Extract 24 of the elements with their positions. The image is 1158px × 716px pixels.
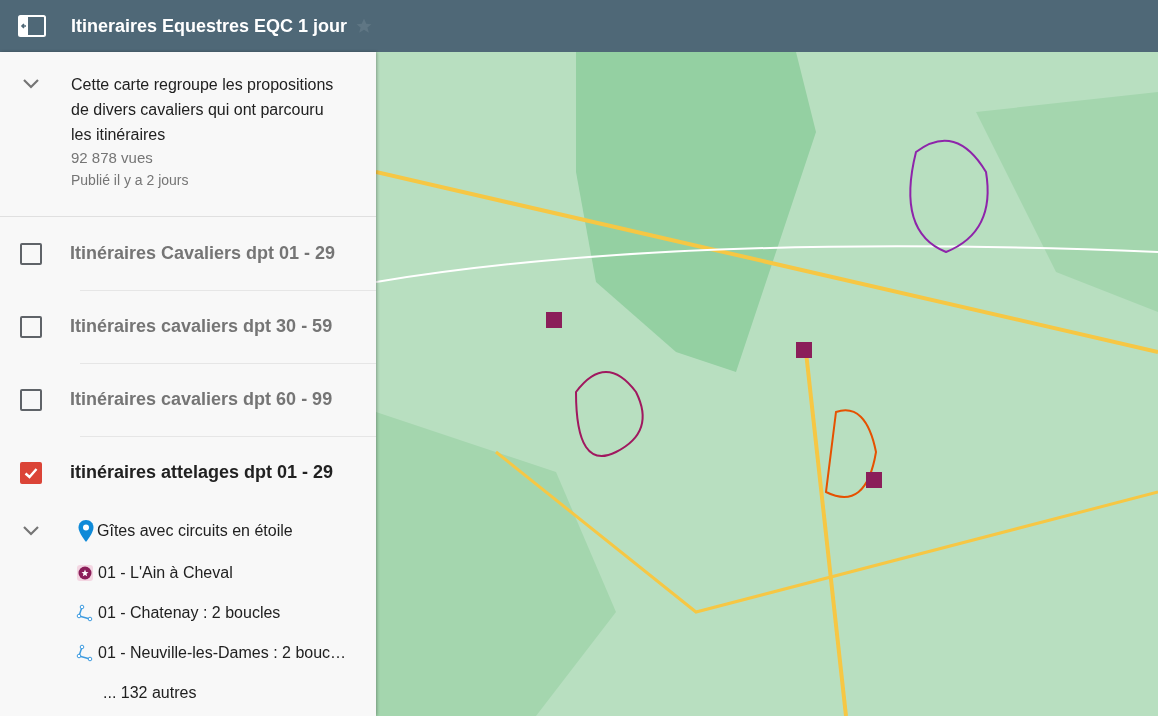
marker-icon	[76, 564, 94, 582]
more-link[interactable]: ... 132 autres	[0, 673, 376, 713]
layer-checkbox[interactable]	[20, 461, 42, 484]
side-panel-icon[interactable]	[18, 15, 46, 37]
line-icon	[76, 644, 94, 662]
publish-date: Publié il y a 2 jours	[71, 171, 190, 190]
layer-checkbox[interactable]	[20, 315, 42, 338]
map-pin-icon	[77, 519, 95, 543]
layer-name: Itinéraires cavaliers dpt 60 - 99	[70, 389, 333, 410]
view-count: 92 878 vues	[71, 148, 154, 168]
map-description: Cette carte regroupe les propositions de divers cavaliers qui ont parcouru les itinéraires	[71, 75, 335, 145]
layer-name: Itinéraires cavaliers dpt 30 - 59	[70, 316, 333, 337]
chevron-icon[interactable]	[22, 78, 40, 90]
group-name: Gîtes avec circuits en étoile	[97, 522, 293, 540]
feature-item[interactable]: 01 - L'Ain à Cheval	[98, 564, 233, 582]
chevron-icon[interactable]	[22, 525, 40, 537]
feature-item[interactable]: 01 - Neuville-les-Dames : 2 bouc…	[98, 644, 347, 662]
map-title: Itineraires Equestres EQC 1 jour	[71, 15, 348, 37]
feature-item[interactable]: 01 - Chatenay : 2 boucles	[98, 604, 281, 622]
layer-name: Itinéraires Cavaliers dpt 01 - 29	[70, 243, 336, 264]
line-icon	[76, 604, 94, 622]
layer-checkbox[interactable]	[20, 388, 42, 411]
layer-name: itinéraires attelages dpt 01 - 29	[70, 462, 334, 483]
layer-checkbox[interactable]	[20, 242, 42, 265]
